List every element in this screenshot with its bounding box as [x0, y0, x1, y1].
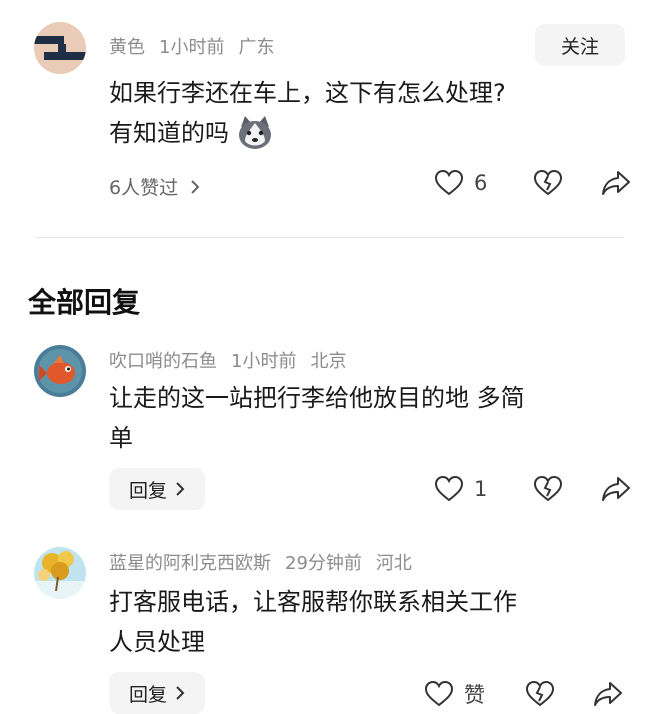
husky-emoji-icon — [235, 113, 275, 153]
post-actions: 6 — [434, 169, 631, 197]
reply-content-line2: 人员处理 — [109, 628, 205, 656]
reply-meta: 蓝星的阿利克西欧斯 29分钟前 河北 — [109, 549, 412, 575]
reply-author-name[interactable]: 吹口哨的石鱼 — [109, 351, 217, 372]
reply-button[interactable]: 回复 — [109, 468, 206, 510]
reply-like-count: 1 — [474, 477, 488, 501]
all-replies-title: 全部回复 — [28, 286, 141, 319]
liked-by-link[interactable]: 6人赞过 — [109, 173, 200, 200]
reply-location: 北京 — [310, 351, 347, 372]
post-location: 广东 — [238, 37, 275, 58]
reply-actions: 赞 — [424, 679, 623, 709]
dislike-broken-heart-icon[interactable] — [525, 680, 555, 708]
reply-location: 河北 — [375, 553, 412, 574]
chevron-right-icon — [175, 481, 185, 497]
reply-time: 1小时前 — [231, 351, 297, 372]
share-arrow-icon[interactable] — [601, 169, 631, 197]
dislike-broken-heart-icon[interactable] — [533, 475, 563, 503]
reply-actions: 1 — [434, 475, 631, 503]
liked-by-text: 6人赞过 — [109, 177, 179, 199]
reply-time: 29分钟前 — [285, 553, 362, 574]
post-time: 1小时前 — [159, 37, 225, 58]
reply-content: 让走的这一站把行李给他放目的地 多简 单 — [109, 378, 639, 458]
reply-content-line2: 单 — [109, 424, 133, 452]
follow-button[interactable]: 关注 — [535, 24, 625, 66]
reply-like-count: 赞 — [464, 683, 485, 707]
reply-button-label: 回复 — [129, 683, 168, 706]
share-arrow-icon[interactable] — [593, 680, 623, 708]
like-heart-icon[interactable] — [424, 680, 454, 708]
post-content: 如果行李还在车上，这下有怎么处理? 有知道的吗 — [109, 73, 629, 153]
post-author-name[interactable]: 黄色 — [109, 37, 145, 58]
follow-button-label: 关注 — [560, 35, 599, 58]
reply-author-avatar[interactable] — [34, 547, 86, 599]
dislike-broken-heart-icon[interactable] — [533, 169, 563, 197]
like-heart-icon[interactable] — [434, 475, 464, 503]
post-content-line2: 有知道的吗 — [109, 119, 229, 147]
post-meta: 黄色 1小时前 广东 — [109, 33, 274, 59]
post-content-line1: 如果行李还在车上，这下有怎么处理? — [109, 79, 506, 107]
reply-content-line1: 打客服电话，让客服帮你联系相关工作 — [109, 588, 517, 616]
share-arrow-icon[interactable] — [601, 475, 631, 503]
reply-author-avatar[interactable] — [34, 345, 86, 397]
post-like-count: 6 — [474, 171, 488, 195]
post-author-avatar[interactable] — [34, 22, 86, 74]
like-heart-icon[interactable] — [434, 169, 464, 197]
reply-content-line1: 让走的这一站把行李给他放目的地 多简 — [109, 384, 525, 412]
chevron-right-icon — [190, 179, 200, 195]
section-divider — [36, 237, 624, 238]
reply-content: 打客服电话，让客服帮你联系相关工作 人员处理 — [109, 582, 639, 662]
reply-meta: 吹口哨的石鱼 1小时前 北京 — [109, 347, 346, 373]
reply-author-name[interactable]: 蓝星的阿利克西欧斯 — [109, 553, 271, 574]
reply-button[interactable]: 回复 — [109, 672, 206, 714]
reply-button-label: 回复 — [129, 479, 168, 502]
